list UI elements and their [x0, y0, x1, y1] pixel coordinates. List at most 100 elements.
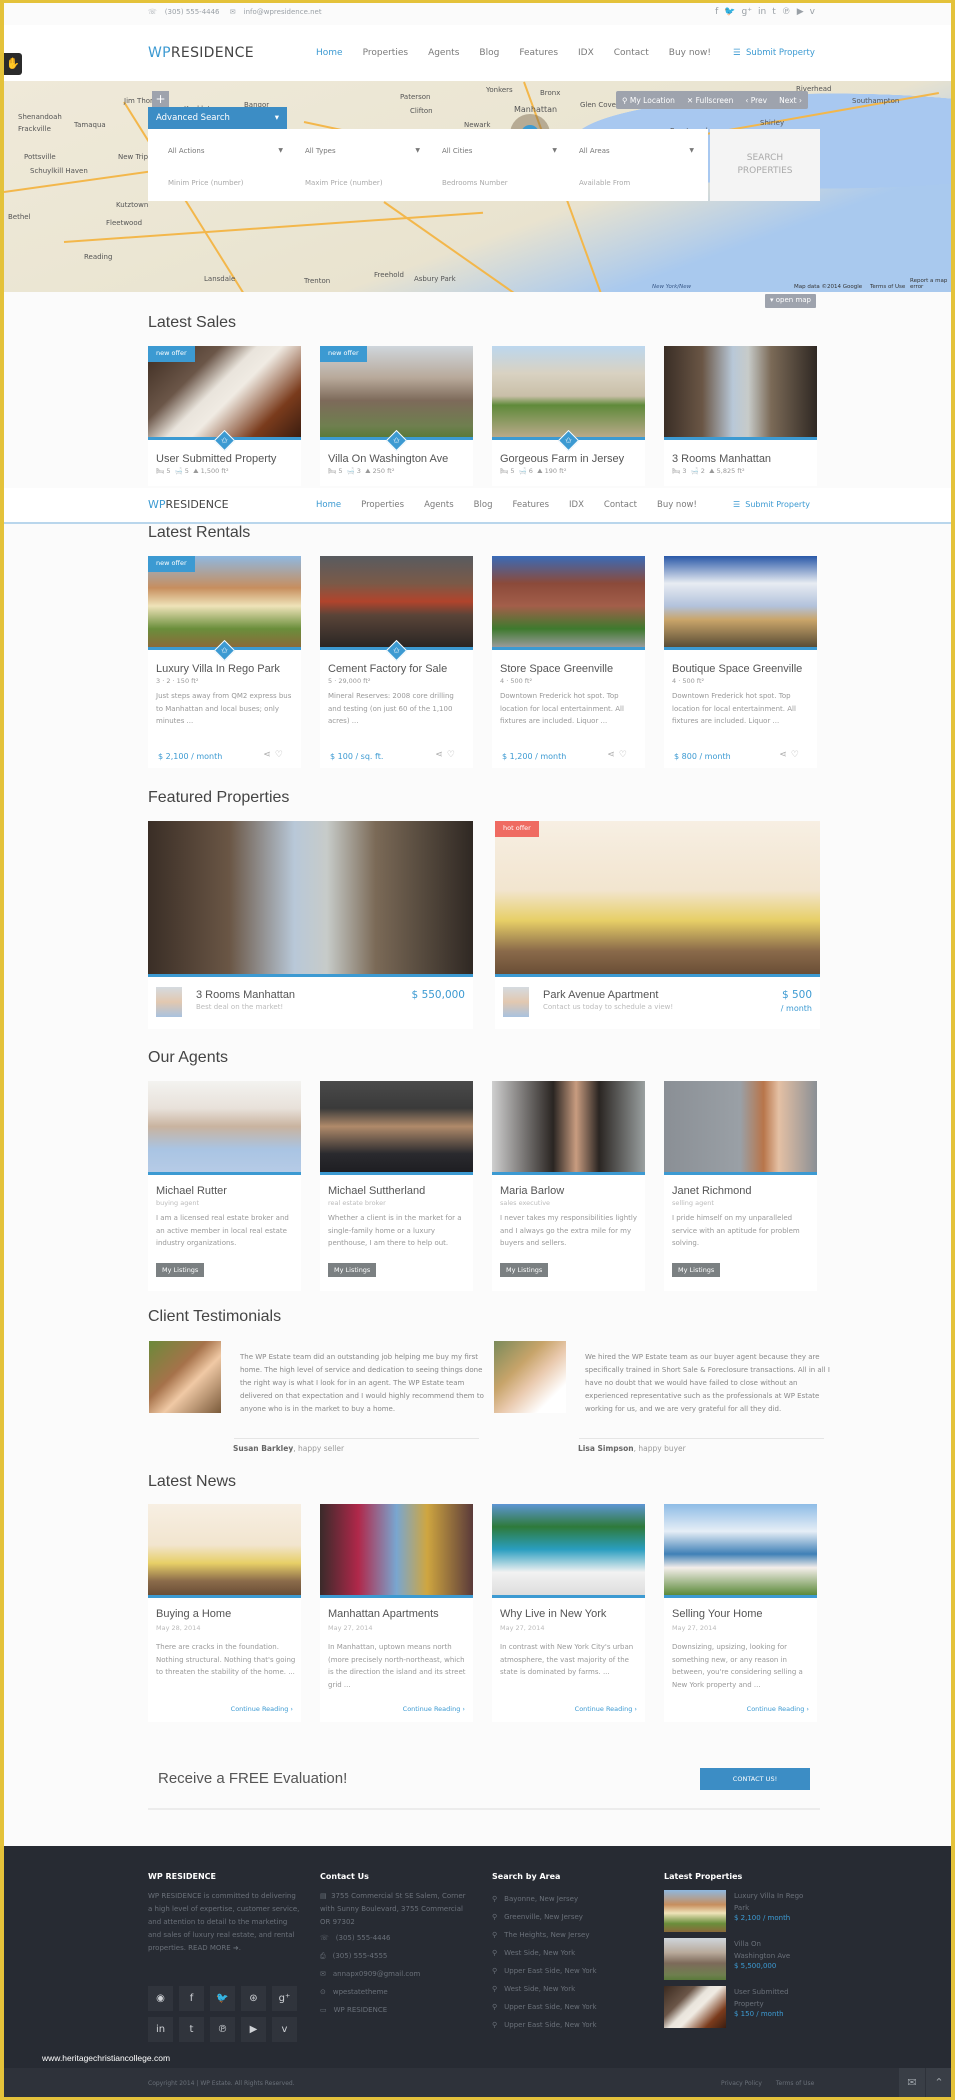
property-image[interactable]	[495, 821, 820, 977]
property-title[interactable]: User Submitted Property	[156, 453, 276, 465]
google-plus-icon[interactable]: g⁺	[742, 7, 752, 17]
youtube-icon[interactable]: ▶	[241, 2017, 266, 2042]
nav-contact[interactable]: Contact	[604, 500, 637, 510]
continue-reading-link[interactable]: Continue Reading ›	[575, 1705, 637, 1713]
pinterest-icon[interactable]: ℗	[210, 2017, 235, 2042]
prev-button[interactable]: ‹ Prev	[745, 96, 767, 105]
agent-photo[interactable]	[148, 1081, 301, 1175]
footer-skype[interactable]: ⊙ wpestatetheme	[320, 1983, 475, 2001]
agent-photo[interactable]	[492, 1081, 645, 1175]
area-link[interactable]: ⚲ Greenville, New Jersey	[492, 1908, 597, 1926]
latest-property-thumb[interactable]	[664, 1986, 726, 2028]
footer-email[interactable]: ✉ annapx0909@gmail.com	[320, 1965, 475, 1983]
property-title[interactable]: Luxury Villa In Rego Park	[156, 663, 280, 675]
property-image[interactable]	[148, 821, 473, 977]
contact-form-icon[interactable]: ✉	[899, 2068, 925, 2097]
agent-card[interactable]: Michael Suttherland real estate broker W…	[320, 1081, 473, 1291]
rss-icon[interactable]: ◉	[148, 1986, 173, 2011]
heart-icon[interactable]: ♡	[791, 750, 803, 760]
nav-features[interactable]: Features	[512, 500, 549, 510]
linkedin-icon[interactable]: in	[758, 7, 766, 17]
nav-contact[interactable]: Contact	[614, 48, 649, 58]
my-location-button[interactable]: ⚲ My Location	[622, 96, 675, 105]
news-image[interactable]	[664, 1504, 817, 1598]
my-listings-button[interactable]: My Listings	[500, 1263, 549, 1277]
news-card[interactable]: Manhattan Apartments May 27, 2014 In Man…	[320, 1504, 473, 1722]
share-icon[interactable]: ⋖	[607, 750, 619, 760]
google-plus-icon[interactable]: g⁺	[272, 1986, 297, 2011]
agent-card[interactable]: Maria Barlow sales executive I never tak…	[492, 1081, 645, 1291]
property-title[interactable]: 3 Rooms Manhattan	[196, 989, 295, 1001]
area-link[interactable]: ⚲ West Side, New York	[492, 1980, 597, 1998]
tumblr-icon[interactable]: t	[772, 7, 776, 17]
property-image[interactable]	[664, 556, 817, 650]
nav-agents[interactable]: Agents	[424, 500, 454, 510]
property-image[interactable]	[492, 556, 645, 650]
latest-property-item[interactable]: Villa On Washington Ave $ 5,500,000	[664, 1938, 804, 1980]
news-title[interactable]: Selling Your Home	[672, 1608, 763, 1620]
style-switcher-icon[interactable]: ✋	[4, 53, 22, 75]
pinterest-icon[interactable]: ℗	[782, 7, 791, 17]
heart-icon[interactable]: ♡	[619, 750, 631, 760]
news-image[interactable]	[320, 1504, 473, 1598]
property-title[interactable]: Store Space Greenville	[500, 663, 613, 675]
privacy-policy-link[interactable]: Privacy Policy	[721, 2080, 762, 2087]
area-link[interactable]: ⚲ The Heights, New Jersey	[492, 1926, 597, 1944]
contact-us-button[interactable]: CONTACT US!	[700, 1768, 810, 1790]
submit-property-link[interactable]: ☰ Submit Property	[733, 48, 815, 58]
area-link[interactable]: ⚲ Bayonne, New Jersey	[492, 1890, 597, 1908]
terms-of-use-link[interactable]: Terms of Use	[776, 2080, 814, 2087]
news-card[interactable]: Selling Your Home May 27, 2014 Downsizin…	[664, 1504, 817, 1722]
news-card[interactable]: Why Live in New York May 27, 2014 In con…	[492, 1504, 645, 1722]
sticky-logo[interactable]: WPRESIDENCE	[148, 498, 229, 511]
twitter-icon[interactable]: 🐦	[210, 1986, 235, 2011]
property-title[interactable]: Villa On Washington Ave	[328, 453, 448, 465]
sale-card[interactable]: new offer ✩ User Submitted Property 🛏 5 …	[148, 346, 301, 486]
share-icon[interactable]: ⋖	[779, 750, 791, 760]
nav-agents[interactable]: Agents	[428, 48, 459, 58]
sale-card[interactable]: ✩ Gorgeous Farm in Jersey 🛏 5 🛁 6 ⛰ 190 …	[492, 346, 645, 486]
latest-property-title[interactable]: Luxury Villa In Rego Park	[734, 1890, 804, 1914]
advanced-search-toggle[interactable]: Advanced Search ▾	[148, 107, 287, 129]
next-button[interactable]: Next ›	[779, 96, 802, 105]
property-image[interactable]	[320, 556, 473, 650]
my-listings-button[interactable]: My Listings	[328, 1263, 377, 1277]
map-terms-link[interactable]: Terms of Use	[870, 284, 905, 290]
min-price-input[interactable]: Minim Price (number)	[168, 179, 244, 187]
areas-select[interactable]: All Areas ▼	[579, 147, 694, 155]
continue-reading-link[interactable]: Continue Reading ›	[747, 1705, 809, 1713]
area-link[interactable]: ⚲ Upper East Side, New York	[492, 1998, 597, 2016]
search-properties-button[interactable]: SEARCH PROPERTIES	[710, 129, 820, 201]
agent-card[interactable]: Michael Rutter buying agent I am a licen…	[148, 1081, 301, 1291]
agent-photo[interactable]	[320, 1081, 473, 1175]
vimeo-icon[interactable]: v	[272, 2017, 297, 2042]
back-to-top-icon[interactable]: ⌃	[926, 2068, 951, 2097]
continue-reading-link[interactable]: Continue Reading ›	[231, 1705, 293, 1713]
share-icon[interactable]: ⋖	[435, 750, 447, 760]
share-icon[interactable]: ⋖	[263, 750, 275, 760]
property-title[interactable]: Gorgeous Farm in Jersey	[500, 453, 624, 465]
cities-select[interactable]: All Cities ▼	[442, 147, 557, 155]
rental-card[interactable]: Store Space Greenville 4 · 500 ft² Downt…	[492, 556, 645, 768]
nav-idx[interactable]: IDX	[569, 500, 584, 510]
news-card[interactable]: Buying a Home May 28, 2014 There are cra…	[148, 1504, 301, 1722]
rental-card[interactable]: Boutique Space Greenville 4 · 500 ft² Do…	[664, 556, 817, 768]
tumblr-icon[interactable]: t	[179, 2017, 204, 2042]
dribbble-icon[interactable]: ⊛	[241, 1986, 266, 2011]
agent-card[interactable]: Janet Richmond selling agent I pride him…	[664, 1081, 817, 1291]
agent-name[interactable]: Janet Richmond	[672, 1185, 752, 1197]
top-phone[interactable]: (305) 555-4446	[165, 8, 220, 16]
footer-phone[interactable]: ☏ (305) 555-4446	[320, 1929, 475, 1947]
rental-card[interactable]: ✩ Cement Factory for Sale 5 · 29,000 ft²…	[320, 556, 473, 768]
nav-buy-now[interactable]: Buy now!	[657, 500, 697, 510]
facebook-icon[interactable]: f	[715, 7, 718, 17]
logo[interactable]: WPRESIDENCE	[148, 45, 254, 61]
rental-card[interactable]: new offer ✩ Luxury Villa In Rego Park 3 …	[148, 556, 301, 768]
heart-icon[interactable]: ♡	[447, 750, 459, 760]
agent-avatar[interactable]	[156, 987, 182, 1017]
property-image[interactable]	[664, 346, 817, 440]
top-email[interactable]: info@wpresidence.net	[244, 8, 322, 16]
latest-property-item[interactable]: User Submitted Property $ 150 / month	[664, 1986, 804, 2028]
nav-blog[interactable]: Blog	[474, 500, 493, 510]
available-from-input[interactable]: Available From	[579, 179, 630, 187]
